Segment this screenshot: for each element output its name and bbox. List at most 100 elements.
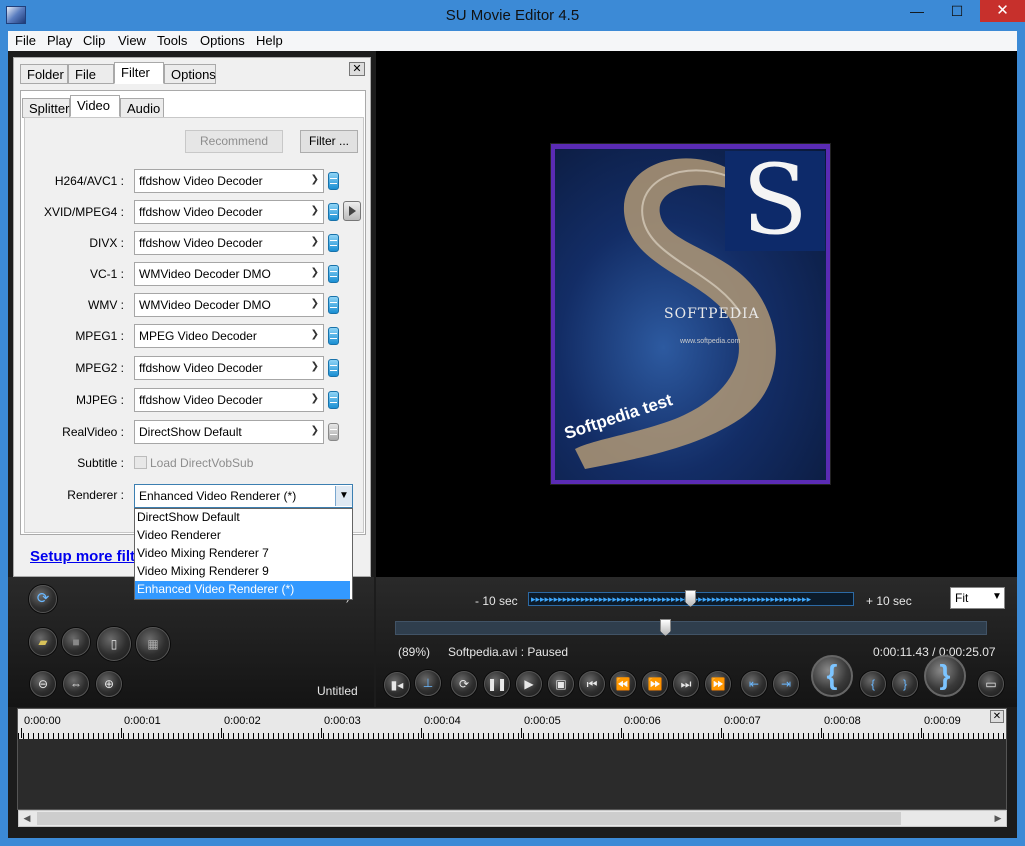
film-icon[interactable]: ▦ — [136, 627, 170, 661]
combo-realvideo[interactable]: DirectShow Default ❯ — [134, 420, 324, 444]
subtab-audio[interactable]: Audio — [120, 98, 164, 118]
timeline-close-icon[interactable]: ✕ — [990, 710, 1004, 723]
combo-xvid[interactable]: ffdshow Video Decoder ❯ — [134, 200, 324, 224]
database-icon[interactable] — [328, 172, 339, 190]
tab-file[interactable]: File — [68, 64, 114, 84]
menu-clip[interactable]: Clip — [83, 33, 105, 48]
subtab-video[interactable]: Video — [70, 95, 120, 117]
save-icon[interactable]: ■ — [62, 628, 90, 656]
chevron-down-icon[interactable]: ▼ — [335, 486, 352, 506]
refresh-icon[interactable]: ⟳ — [29, 585, 57, 613]
mark-in-step-icon[interactable]: { — [860, 671, 886, 697]
scroll-right-icon[interactable]: ▶ — [990, 811, 1006, 826]
setup-more-filters-link[interactable]: Setup more filt — [30, 548, 135, 565]
minus-10-label: - 10 sec — [475, 594, 518, 608]
scroll-left-icon[interactable]: ◀ — [19, 811, 35, 826]
tab-options[interactable]: Options — [164, 64, 216, 84]
tick-label: 0:00:03 — [324, 715, 361, 727]
zoom-percent: (89%) — [398, 645, 431, 659]
subtab-splitter[interactable]: Splitter — [22, 98, 70, 118]
renderer-option[interactable]: Video Renderer — [135, 527, 350, 545]
panel-close-icon[interactable]: ✕ — [349, 62, 365, 76]
tick-major — [121, 728, 122, 738]
stop-icon[interactable]: ▣ — [548, 671, 574, 697]
database-icon[interactable] — [328, 234, 339, 252]
document-icon[interactable]: ▯ — [97, 627, 131, 661]
go-mark-in-icon[interactable]: ⇤ — [741, 671, 767, 697]
tick-major — [321, 728, 322, 738]
label-realvideo: RealVideo : — [62, 425, 124, 439]
label-mpeg1: MPEG1 : — [75, 329, 124, 343]
brand-text: SOFTPEDIA — [664, 306, 760, 322]
pause-icon[interactable]: ❚❚ — [484, 671, 510, 697]
zoom-in-icon[interactable]: ⊕ — [96, 671, 122, 697]
mark-in-icon[interactable]: { — [811, 655, 853, 697]
zoom-fit-value: Fit — [955, 591, 969, 605]
go-end-icon[interactable]: ⏭ — [673, 671, 699, 697]
menu-options[interactable]: Options — [200, 33, 245, 48]
combo-divx[interactable]: ffdshow Video Decoder ❯ — [134, 231, 324, 255]
combo-mpeg2[interactable]: ffdshow Video Decoder ❯ — [134, 356, 324, 380]
step-start-icon[interactable]: ▮◂ — [384, 672, 410, 698]
loop-icon[interactable]: ⟳ — [451, 671, 477, 697]
database-icon[interactable] — [328, 359, 339, 377]
menu-play[interactable]: Play — [47, 33, 72, 48]
filter-button[interactable]: Filter ... — [300, 130, 358, 153]
database-icon[interactable] — [328, 265, 339, 283]
combo-vc1[interactable]: WMVideo Decoder DMO ❯ — [134, 262, 324, 286]
zoom-fit-select[interactable]: Fit ▼ — [950, 587, 1005, 609]
tick-major — [921, 728, 922, 738]
playback-status: Softpedia.avi : Paused — [448, 645, 569, 659]
database-icon[interactable] — [328, 203, 339, 221]
maximize-button[interactable]: ☐ — [940, 0, 974, 22]
rewind-icon[interactable]: ⏪ — [610, 671, 636, 697]
renderer-option-selected[interactable]: Enhanced Video Renderer (*) — [135, 581, 350, 599]
recommend-button[interactable]: Recommend — [185, 130, 283, 153]
fullscreen-icon[interactable]: ▭ — [978, 671, 1004, 697]
mark-out-icon[interactable]: } — [924, 655, 966, 697]
tick-label: 0:00:09 — [924, 715, 961, 727]
database-icon[interactable] — [328, 391, 339, 409]
fit-width-icon[interactable]: ⇔ — [63, 671, 89, 697]
tick-major — [221, 728, 222, 738]
zoom-out-icon[interactable]: ⊖ — [30, 671, 56, 697]
combo-mpeg1[interactable]: MPEG Video Decoder ❯ — [134, 324, 324, 348]
menu-view[interactable]: View — [118, 33, 146, 48]
label-wmv: WMV : — [88, 298, 124, 312]
menu-tools[interactable]: Tools — [157, 33, 187, 48]
database-icon[interactable] — [328, 327, 339, 345]
database-icon[interactable] — [328, 296, 339, 314]
play-arrow-icon[interactable] — [343, 201, 361, 221]
fast-forward-icon[interactable]: ⏩ — [642, 671, 668, 697]
menu-help[interactable]: Help — [256, 33, 283, 48]
label-divx: DIVX : — [89, 236, 124, 250]
mark-out-step-icon[interactable]: } — [892, 671, 918, 697]
minimize-button[interactable]: — — [900, 0, 934, 22]
menu-file[interactable]: File — [15, 33, 36, 48]
combo-h264[interactable]: ffdshow Video Decoder ❯ — [134, 169, 324, 193]
database-icon — [328, 423, 339, 441]
renderer-option[interactable]: Video Mixing Renderer 7 — [135, 545, 350, 563]
go-start-icon[interactable]: ⏮ — [579, 671, 605, 697]
label-vc1: VC-1 : — [89, 267, 124, 281]
combo-wmv[interactable]: WMVideo Decoder DMO ❯ — [134, 293, 324, 317]
close-button[interactable]: ✕ — [980, 0, 1025, 22]
play-icon[interactable]: ▶ — [516, 671, 542, 697]
tab-filter[interactable]: Filter — [114, 62, 164, 84]
chevron-down-icon: ❯ — [310, 425, 319, 436]
open-folder-icon[interactable]: ▰ — [29, 628, 57, 656]
go-mark-out-icon[interactable]: ⇥ — [773, 671, 799, 697]
tab-folder[interactable]: Folder — [20, 64, 68, 84]
combo-mjpeg[interactable]: ffdshow Video Decoder ❯ — [134, 388, 324, 412]
scrollbar-thumb[interactable] — [37, 812, 901, 825]
tick-label: 0:00:00 — [24, 715, 61, 727]
split-icon[interactable]: ⊥ — [415, 670, 441, 696]
position-track[interactable] — [395, 621, 987, 635]
directvobsub-checkbox[interactable] — [134, 456, 147, 469]
renderer-combo[interactable]: Enhanced Video Renderer (*) — [134, 484, 353, 508]
tick-label: 0:00:07 — [724, 715, 761, 727]
renderer-option[interactable]: Video Mixing Renderer 9 — [135, 563, 350, 581]
next-frame-icon[interactable]: ⏩ — [705, 671, 731, 697]
renderer-option[interactable]: DirectShow Default — [135, 509, 350, 527]
tick-label: 0:00:05 — [524, 715, 561, 727]
